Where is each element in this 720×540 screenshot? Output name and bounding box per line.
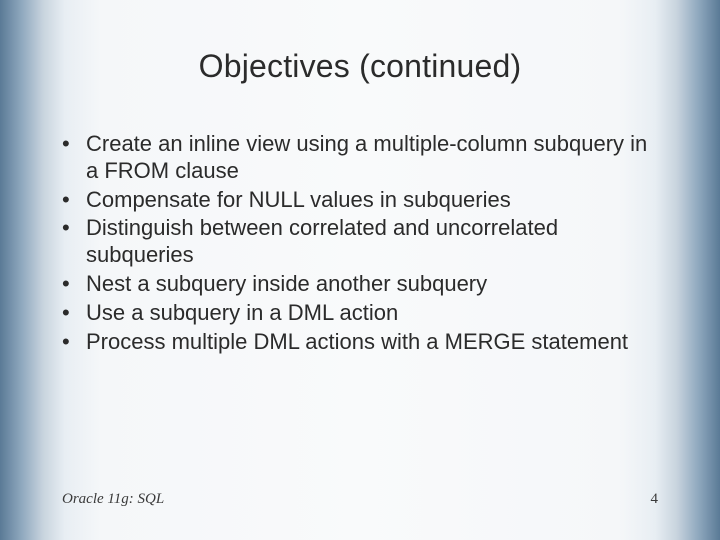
footer-page-number: 4 [651, 491, 659, 508]
slide-footer: Oracle 11g: SQL 4 [0, 491, 720, 508]
list-item: Process multiple DML actions with a MERG… [58, 329, 662, 356]
list-item: Distinguish between correlated and uncor… [58, 215, 662, 269]
list-item: Create an inline view using a multiple-c… [58, 131, 662, 185]
bullet-list: Create an inline view using a multiple-c… [58, 131, 662, 356]
list-item: Nest a subquery inside another subquery [58, 271, 662, 298]
footer-source: Oracle 11g: SQL [62, 491, 164, 508]
list-item: Use a subquery in a DML action [58, 300, 662, 327]
list-item: Compensate for NULL values in subqueries [58, 187, 662, 214]
slide-title: Objectives (continued) [58, 48, 662, 85]
slide: Objectives (continued) Create an inline … [0, 0, 720, 540]
